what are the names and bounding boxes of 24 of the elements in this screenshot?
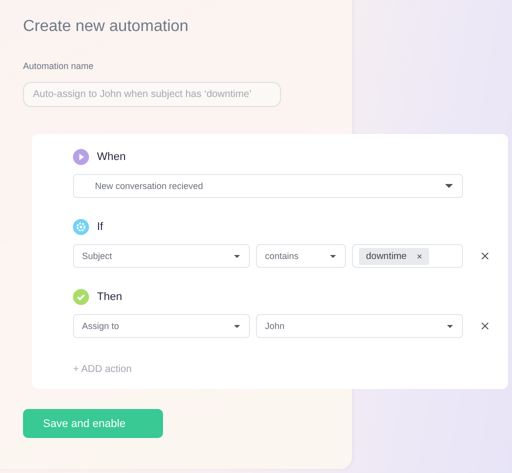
dropdown[interactable]: Assign to	[73, 314, 250, 338]
dropdown[interactable]: Subject	[73, 244, 250, 268]
dropdown[interactable]: contains	[256, 244, 346, 268]
play-icon	[73, 149, 89, 165]
close-icon[interactable]	[481, 322, 489, 330]
caret-icon	[234, 254, 240, 258]
automation-name-field[interactable]: Auto-assign to John when subject has ‘downtime’	[23, 82, 281, 107]
section-title: When	[97, 151, 126, 163]
dropdown[interactable]: John	[256, 314, 463, 338]
check-icon	[73, 289, 89, 305]
caret-icon	[234, 324, 240, 328]
section-title: If	[97, 221, 104, 233]
field-label: Automation name	[23, 61, 94, 71]
remove-tag-icon[interactable]	[416, 254, 422, 258]
gear-icon	[73, 219, 89, 235]
caret-icon	[330, 254, 336, 258]
page-title: Create new automation	[23, 18, 188, 36]
close-icon[interactable]	[481, 252, 489, 260]
tag-input-field[interactable]: downtime	[352, 244, 463, 268]
section-title: Then	[97, 291, 122, 303]
tag-label: downtime	[366, 250, 407, 262]
dropdown[interactable]: New conversation recieved	[73, 174, 463, 198]
caret-icon	[445, 184, 453, 188]
caret-icon	[447, 324, 453, 328]
